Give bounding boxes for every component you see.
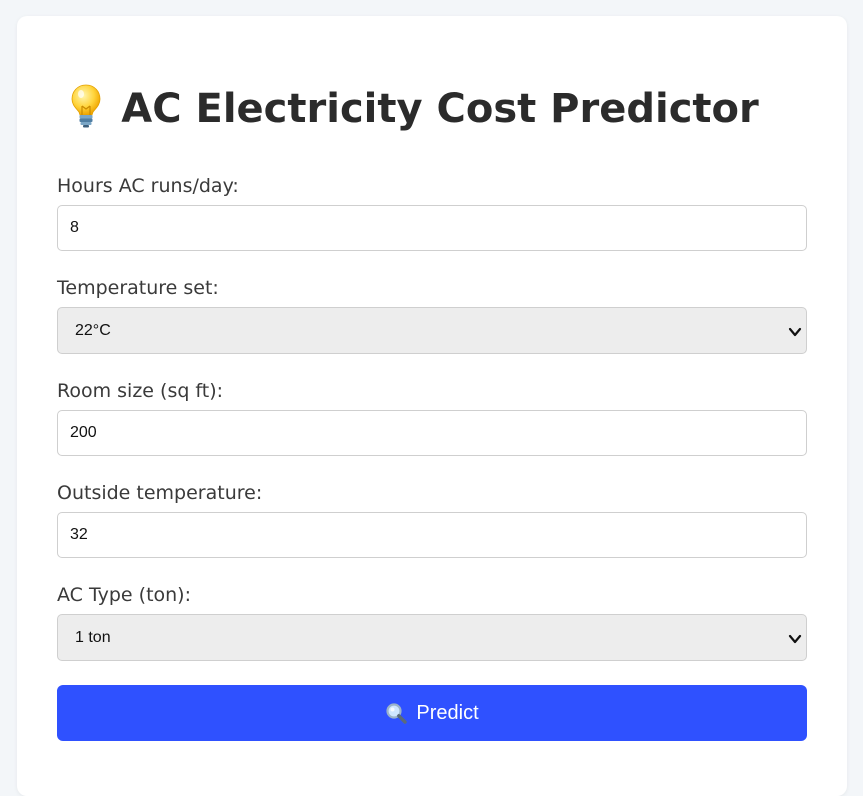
search-icon [385,702,408,724]
chevron-down-icon [788,324,802,338]
chevron-down-icon [788,631,802,645]
hours-input[interactable] [57,205,807,251]
outside-temperature-label: Outside temperature: [57,482,263,504]
ac-type-label: AC Type (ton): [57,584,191,606]
temperature-label: Temperature set: [57,277,219,299]
outside-temperature-input[interactable] [57,512,807,558]
predict-button-label: Predict [416,701,479,724]
lightbulb-icon [71,84,101,128]
page-title: AC Electricity Cost Predictor [0,84,830,134]
page-title-text: AC Electricity Cost Predictor [121,86,759,132]
temperature-select-value: 22°C [75,322,111,339]
predict-button[interactable]: Predict [57,685,807,741]
hours-label: Hours AC runs/day: [57,175,239,197]
room-size-label: Room size (sq ft): [57,380,224,402]
ac-type-select-value: 1 ton [75,629,111,646]
room-size-input[interactable] [57,410,807,456]
temperature-select[interactable]: 22°C [57,307,807,354]
ac-type-select[interactable]: 1 ton [57,614,807,661]
